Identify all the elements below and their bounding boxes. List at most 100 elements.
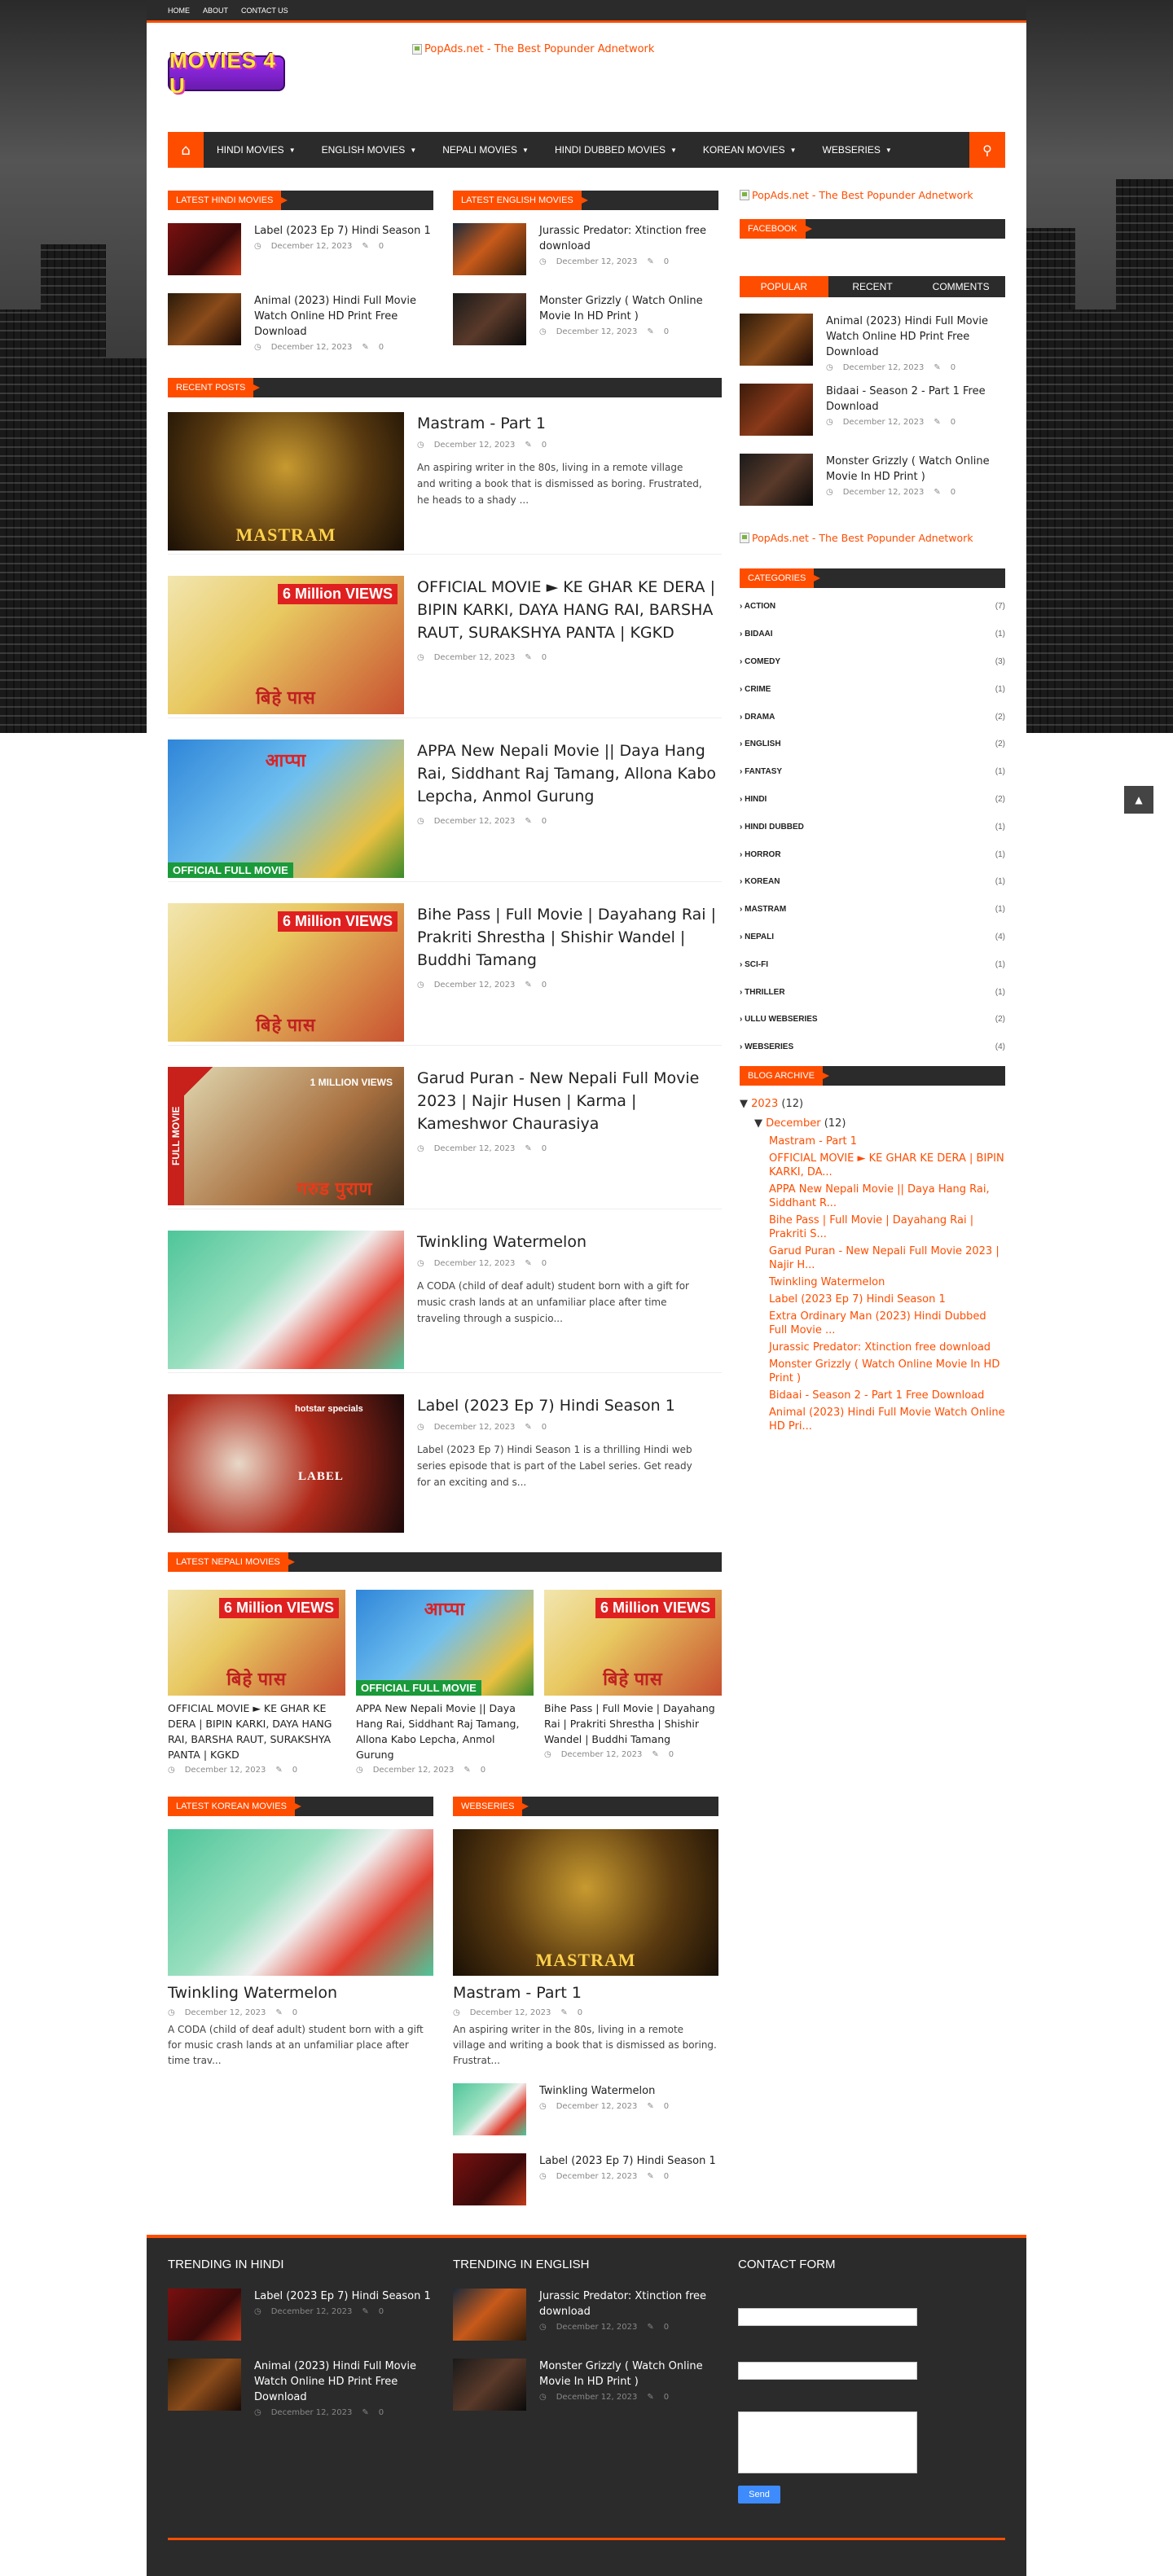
archive-post-link[interactable]: Bidaai - Season 2 - Part 1 Free Download	[769, 1389, 1005, 1402]
thumbnail[interactable]	[740, 314, 813, 366]
nav-webseries[interactable]: WEBSERIES ▼	[810, 132, 905, 168]
post-title[interactable]: Mastram - Part 1	[417, 412, 718, 435]
item-title[interactable]: Label (2023 Ep 7) Hindi Season 1	[254, 223, 431, 239]
post-thumbnail[interactable]: 6 Million VIEWS बिहे पास	[168, 576, 404, 714]
thumbnail[interactable]	[453, 2289, 526, 2341]
archive-post-link[interactable]: Garud Puran - New Nepali Full Movie 2023…	[769, 1244, 1005, 1272]
thumbnail[interactable]	[453, 293, 526, 345]
nepali-thumbnail[interactable]: आप्पा OFFICIAL FULL MOVIE	[356, 1590, 534, 1696]
popular-item[interactable]: Monster Grizzly ( Watch Online Movie In …	[740, 454, 1005, 524]
tab-recent[interactable]: RECENT	[828, 276, 917, 297]
category-item[interactable]: DRAMA (2)	[740, 703, 1005, 731]
archive-post-link[interactable]: Mastram - Part 1	[769, 1134, 1005, 1148]
post-thumbnail[interactable]: MASTRAM	[168, 412, 404, 551]
nav-hindi-dubbed-movies[interactable]: HINDI DUBBED MOVIES ▼	[542, 132, 690, 168]
category-name[interactable]: MASTRAM	[740, 905, 786, 914]
contact-message-field[interactable]	[738, 2411, 917, 2473]
topbar-link-contact[interactable]: CONTACT US	[241, 7, 288, 15]
category-item[interactable]: CRIME (1)	[740, 675, 1005, 703]
category-item[interactable]: MASTRAM (1)	[740, 896, 1005, 924]
topbar-link-home[interactable]: HOME	[168, 7, 190, 15]
archive-post-link[interactable]: Extra Ordinary Man (2023) Hindi Dubbed F…	[769, 1310, 1005, 1337]
sidebar-ad[interactable]: PopAds.net - The Best Popunder Adnetwork	[740, 189, 1005, 201]
post-title[interactable]: Label (2023 Ep 7) Hindi Season 1	[417, 1394, 718, 1417]
category-name[interactable]: ENGLISH	[740, 739, 780, 748]
webseries-title[interactable]: Mastram - Part 1	[453, 1984, 718, 2002]
list-item[interactable]: Label (2023 Ep 7) Hindi Season 1 ◷ Decemb…	[453, 2153, 718, 2217]
category-name[interactable]: ULLU WEBSERIES	[740, 1015, 817, 1024]
contact-email-field[interactable]	[738, 2362, 917, 2380]
item-title[interactable]: Bidaai - Season 2 - Part 1 Free Download	[826, 384, 1005, 415]
home-icon[interactable]: ⌂	[168, 132, 204, 168]
thumbnail[interactable]	[453, 2153, 526, 2205]
list-item[interactable]: Label (2023 Ep 7) Hindi Season 1 ◷ Decemb…	[168, 223, 433, 287]
category-name[interactable]: CRIME	[740, 685, 771, 694]
category-name[interactable]: ACTION	[740, 602, 775, 611]
popular-item[interactable]: Animal (2023) Hindi Full Movie Watch Onl…	[740, 314, 1005, 384]
contact-send-button[interactable]: Send	[738, 2486, 780, 2504]
archive-post-link[interactable]: Twinkling Watermelon	[769, 1275, 1005, 1289]
post-title[interactable]: Bihe Pass | Full Movie | Dayahang Rai | …	[417, 903, 718, 972]
nepali-title[interactable]: Bihe Pass | Full Movie | Dayahang Rai | …	[544, 1701, 722, 1747]
category-item[interactable]: THRILLER (1)	[740, 978, 1005, 1006]
thumbnail[interactable]	[453, 2083, 526, 2135]
category-name[interactable]: KOREAN	[740, 877, 780, 886]
post-thumbnail[interactable]: 6 Million VIEWS बिहे पास	[168, 903, 404, 1042]
thumbnail[interactable]	[168, 223, 241, 275]
item-title[interactable]: Animal (2023) Hindi Full Movie Watch Onl…	[254, 293, 433, 340]
item-title[interactable]: Jurassic Predator: Xtinction free downlo…	[539, 2289, 718, 2319]
list-item[interactable]: Monster Grizzly ( Watch Online Movie In …	[453, 2359, 718, 2422]
item-title[interactable]: Twinkling Watermelon	[539, 2083, 669, 2099]
category-name[interactable]: BIDAAI	[740, 630, 772, 639]
category-item[interactable]: NEPALI (4)	[740, 924, 1005, 951]
thumbnail[interactable]	[168, 2289, 241, 2341]
archive-year[interactable]: ▼ 2023 (12)	[740, 1095, 1005, 1112]
nav-hindi-movies[interactable]: HINDI MOVIES ▼	[204, 132, 309, 168]
korean-thumbnail[interactable]	[168, 1829, 433, 1976]
category-name[interactable]: HINDI	[740, 795, 767, 804]
item-title[interactable]: Monster Grizzly ( Watch Online Movie In …	[539, 293, 718, 324]
nepali-thumbnail[interactable]: 6 Million VIEWS बिहे पास	[168, 1590, 345, 1696]
post-thumbnail[interactable]: FULL MOVIE 1 MILLION VIEWS गरुड पुराण	[168, 1067, 404, 1205]
list-item[interactable]: Twinkling Watermelon ◷ December 12, 2023 ✎…	[453, 2083, 718, 2153]
category-item[interactable]: HINDI DUBBED (1)	[740, 813, 1005, 840]
tab-comments[interactable]: COMMENTS	[916, 276, 1006, 297]
list-item[interactable]: Jurassic Predator: Xtinction free downlo…	[453, 223, 718, 287]
post-thumbnail[interactable]	[168, 1231, 404, 1369]
contact-name-field[interactable]	[738, 2308, 917, 2326]
thumbnail[interactable]	[453, 223, 526, 275]
list-item[interactable]: Jurassic Predator: Xtinction free downlo…	[453, 2289, 718, 2359]
category-item[interactable]: KOREAN (1)	[740, 868, 1005, 896]
archive-post-link[interactable]: Jurassic Predator: Xtinction free downlo…	[769, 1341, 1005, 1354]
search-icon[interactable]: ⚲	[969, 132, 1005, 168]
nepali-title[interactable]: OFFICIAL MOVIE ► KE GHAR KE DERA | BIPIN…	[168, 1701, 345, 1762]
thumbnail[interactable]	[168, 2359, 241, 2411]
korean-title[interactable]: Twinkling Watermelon	[168, 1984, 433, 2002]
item-title[interactable]: Monster Grizzly ( Watch Online Movie In …	[826, 454, 1005, 485]
post-title[interactable]: Garud Puran - New Nepali Full Movie 2023…	[417, 1067, 718, 1135]
archive-post-link[interactable]: Monster Grizzly ( Watch Online Movie In …	[769, 1358, 1005, 1385]
category-item[interactable]: FANTASY (1)	[740, 758, 1005, 786]
nepali-title[interactable]: APPA New Nepali Movie || Daya Hang Rai, …	[356, 1701, 534, 1762]
category-item[interactable]: HINDI (2)	[740, 786, 1005, 814]
post-title[interactable]: Twinkling Watermelon	[417, 1231, 718, 1253]
list-item[interactable]: Animal (2023) Hindi Full Movie Watch Onl…	[168, 293, 433, 357]
post-title[interactable]: APPA New Nepali Movie || Daya Hang Rai, …	[417, 739, 718, 808]
header-ad[interactable]: PopAds.net - The Best Popunder Adnetwork	[412, 43, 654, 55]
category-name[interactable]: WEBSERIES	[740, 1042, 793, 1051]
category-item[interactable]: SCI-FI (1)	[740, 950, 1005, 978]
category-item[interactable]: BIDAAI (1)	[740, 621, 1005, 648]
category-item[interactable]: ACTION (7)	[740, 593, 1005, 621]
category-name[interactable]: SCI-FI	[740, 960, 768, 969]
webseries-thumbnail[interactable]: MASTRAM	[453, 1829, 718, 1976]
popular-item[interactable]: Bidaai - Season 2 - Part 1 Free Download…	[740, 384, 1005, 454]
sidebar-ad[interactable]: PopAds.net - The Best Popunder Adnetwork	[740, 532, 1005, 544]
category-item[interactable]: ULLU WEBSERIES (2)	[740, 1006, 1005, 1033]
category-item[interactable]: HORROR (1)	[740, 840, 1005, 868]
category-item[interactable]: COMEDY (3)	[740, 648, 1005, 676]
post-thumbnail[interactable]: आप्पा OFFICIAL FULL MOVIE	[168, 739, 404, 878]
list-item[interactable]: Animal (2023) Hindi Full Movie Watch Onl…	[168, 2359, 433, 2422]
archive-post-link[interactable]: Bihe Pass | Full Movie | Dayahang Rai | …	[769, 1213, 1005, 1241]
archive-post-link[interactable]: Label (2023 Ep 7) Hindi Season 1	[769, 1292, 1005, 1306]
category-item[interactable]: WEBSERIES (4)	[740, 1033, 1005, 1061]
